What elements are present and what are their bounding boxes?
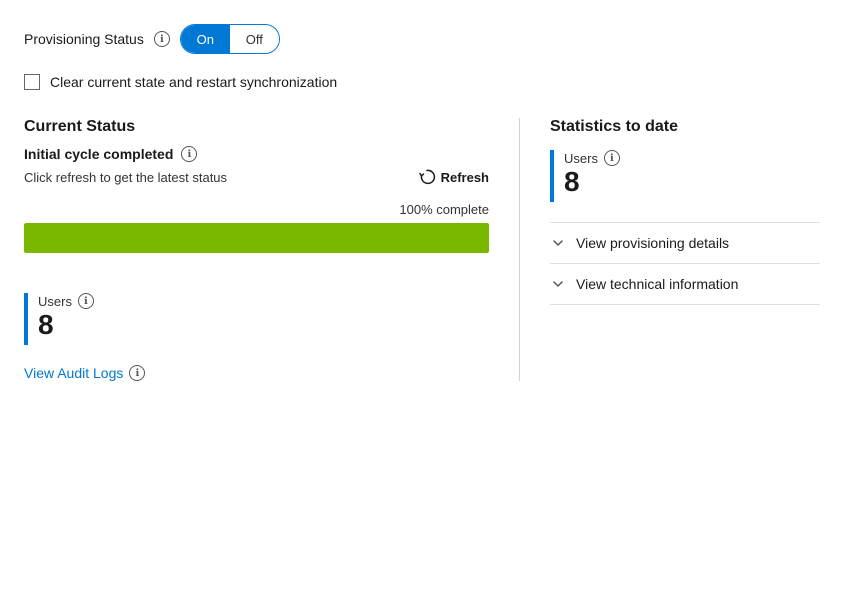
restart-sync-label: Clear current state and restart synchron… xyxy=(50,74,337,90)
left-users-info-icon[interactable]: ℹ xyxy=(78,293,94,309)
cycle-label: Initial cycle completed xyxy=(24,146,173,162)
provisioning-toggle[interactable]: On Off xyxy=(180,24,280,54)
refresh-icon xyxy=(418,168,436,186)
right-users-content: Users ℹ 8 xyxy=(564,150,620,196)
progress-label: 100% complete xyxy=(24,202,489,217)
current-status-title: Current Status xyxy=(24,118,489,136)
right-users-section: Users ℹ 8 xyxy=(550,150,820,202)
left-users-content: Users ℹ 8 xyxy=(38,293,94,339)
left-users-section: Users ℹ 8 xyxy=(24,293,489,345)
view-technical-information-item[interactable]: View technical information xyxy=(550,263,820,305)
view-provisioning-details-label: View provisioning details xyxy=(576,235,729,251)
toggle-on-option[interactable]: On xyxy=(181,25,230,53)
restart-sync-checkbox[interactable] xyxy=(24,74,40,90)
view-provisioning-details-item[interactable]: View provisioning details xyxy=(550,222,820,263)
view-technical-information-label: View technical information xyxy=(576,276,738,292)
refresh-button[interactable]: Refresh xyxy=(418,168,489,186)
left-column: Current Status Initial cycle completed ℹ… xyxy=(24,118,520,381)
refresh-row: Click refresh to get the latest status R… xyxy=(24,168,489,186)
progress-bar-fill xyxy=(24,223,489,253)
right-users-label: Users xyxy=(564,151,598,166)
cycle-info-icon[interactable]: ℹ xyxy=(181,146,197,162)
right-users-bar xyxy=(550,150,554,202)
provisioning-status-row: Provisioning Status ℹ On Off xyxy=(24,24,820,54)
view-audit-logs-link[interactable]: View Audit Logs xyxy=(24,365,123,381)
chevron-down-icon-2 xyxy=(550,276,566,292)
bottom-left-stats: Users ℹ 8 View Audit Logs ℹ xyxy=(24,293,489,381)
view-audit-info-icon[interactable]: ℹ xyxy=(129,365,145,381)
cycle-row: Initial cycle completed ℹ xyxy=(24,146,489,162)
left-users-count: 8 xyxy=(38,309,54,340)
right-users-info-icon[interactable]: ℹ xyxy=(604,150,620,166)
right-column: Statistics to date Users ℹ 8 View provis… xyxy=(520,118,820,381)
progress-bar-container xyxy=(24,223,489,253)
provisioning-status-info-icon[interactable]: ℹ xyxy=(154,31,170,47)
left-users-label: Users xyxy=(38,294,72,309)
refresh-button-label: Refresh xyxy=(441,170,489,185)
right-users-count: 8 xyxy=(564,166,580,197)
refresh-hint-text: Click refresh to get the latest status xyxy=(24,170,227,185)
checkbox-row: Clear current state and restart synchron… xyxy=(24,74,820,90)
left-users-bar xyxy=(24,293,28,345)
view-audit-row: View Audit Logs ℹ xyxy=(24,365,489,381)
right-users-label-row: Users ℹ xyxy=(564,150,620,166)
main-columns: Current Status Initial cycle completed ℹ… xyxy=(24,118,820,381)
statistics-title: Statistics to date xyxy=(550,118,820,136)
chevron-down-icon xyxy=(550,235,566,251)
toggle-off-option[interactable]: Off xyxy=(230,25,279,53)
left-users-label-row: Users ℹ xyxy=(38,293,94,309)
provisioning-status-label: Provisioning Status xyxy=(24,31,144,47)
